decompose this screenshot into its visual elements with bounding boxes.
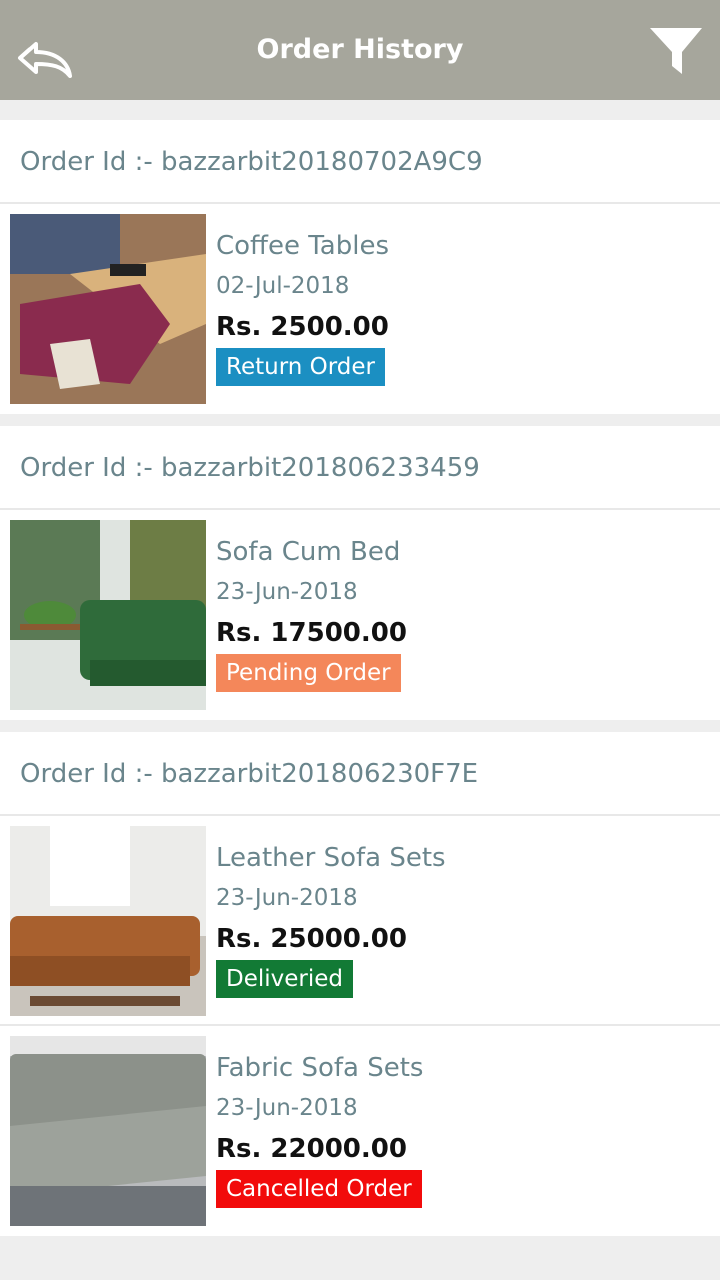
order-item[interactable]: Coffee Tables 02-Jul-2018 Rs. 2500.00 Re…: [0, 204, 720, 414]
product-image: [10, 520, 206, 710]
order-date: 02-Jul-2018: [216, 273, 350, 299]
item-info: Fabric Sofa Sets 23-Jun-2018 Rs. 22000.0…: [216, 1048, 423, 1208]
app-header: Order History: [0, 0, 720, 100]
product-price: Rs. 17500.00: [216, 618, 407, 648]
order-item[interactable]: Leather Sofa Sets 23-Jun-2018 Rs. 25000.…: [0, 816, 720, 1026]
order-group: Order Id :- bazzarbit20180702A9C9 Coffee…: [0, 120, 720, 414]
status-badge[interactable]: Return Order: [216, 348, 385, 386]
product-name: Coffee Tables: [216, 231, 390, 261]
order-date: 23-Jun-2018: [216, 885, 358, 911]
order-group: Order Id :- bazzarbit201806230F7E Leathe…: [0, 732, 720, 1236]
product-name: Sofa Cum Bed: [216, 537, 401, 567]
filter-icon[interactable]: [648, 26, 704, 78]
item-info: Coffee Tables 02-Jul-2018 Rs. 2500.00 Re…: [216, 226, 389, 386]
order-id: Order Id :- bazzarbit20180702A9C9: [0, 120, 720, 204]
order-item[interactable]: Fabric Sofa Sets 23-Jun-2018 Rs. 22000.0…: [0, 1026, 720, 1236]
order-date: 23-Jun-2018: [216, 579, 358, 605]
product-image: [10, 214, 206, 404]
product-name: Leather Sofa Sets: [216, 843, 446, 873]
order-id: Order Id :- bazzarbit201806230F7E: [0, 732, 720, 816]
status-badge[interactable]: Deliveried: [216, 960, 353, 998]
status-badge[interactable]: Cancelled Order: [216, 1170, 422, 1208]
item-info: Leather Sofa Sets 23-Jun-2018 Rs. 25000.…: [216, 838, 446, 998]
product-image: [10, 1036, 206, 1226]
order-date: 23-Jun-2018: [216, 1095, 358, 1121]
status-badge[interactable]: Pending Order: [216, 654, 401, 692]
item-info: Sofa Cum Bed 23-Jun-2018 Rs. 17500.00 Pe…: [216, 532, 407, 692]
product-price: Rs. 2500.00: [216, 312, 389, 342]
page-title: Order History: [256, 34, 464, 65]
product-name: Fabric Sofa Sets: [216, 1053, 424, 1083]
order-list: Order Id :- bazzarbit20180702A9C9 Coffee…: [0, 120, 720, 1248]
order-id: Order Id :- bazzarbit201806233459: [0, 426, 720, 510]
product-image: [10, 826, 206, 1016]
product-price: Rs. 25000.00: [216, 924, 407, 954]
order-item[interactable]: Sofa Cum Bed 23-Jun-2018 Rs. 17500.00 Pe…: [0, 510, 720, 720]
product-price: Rs. 22000.00: [216, 1134, 407, 1164]
order-group: Order Id :- bazzarbit201806233459 Sofa C…: [0, 426, 720, 720]
